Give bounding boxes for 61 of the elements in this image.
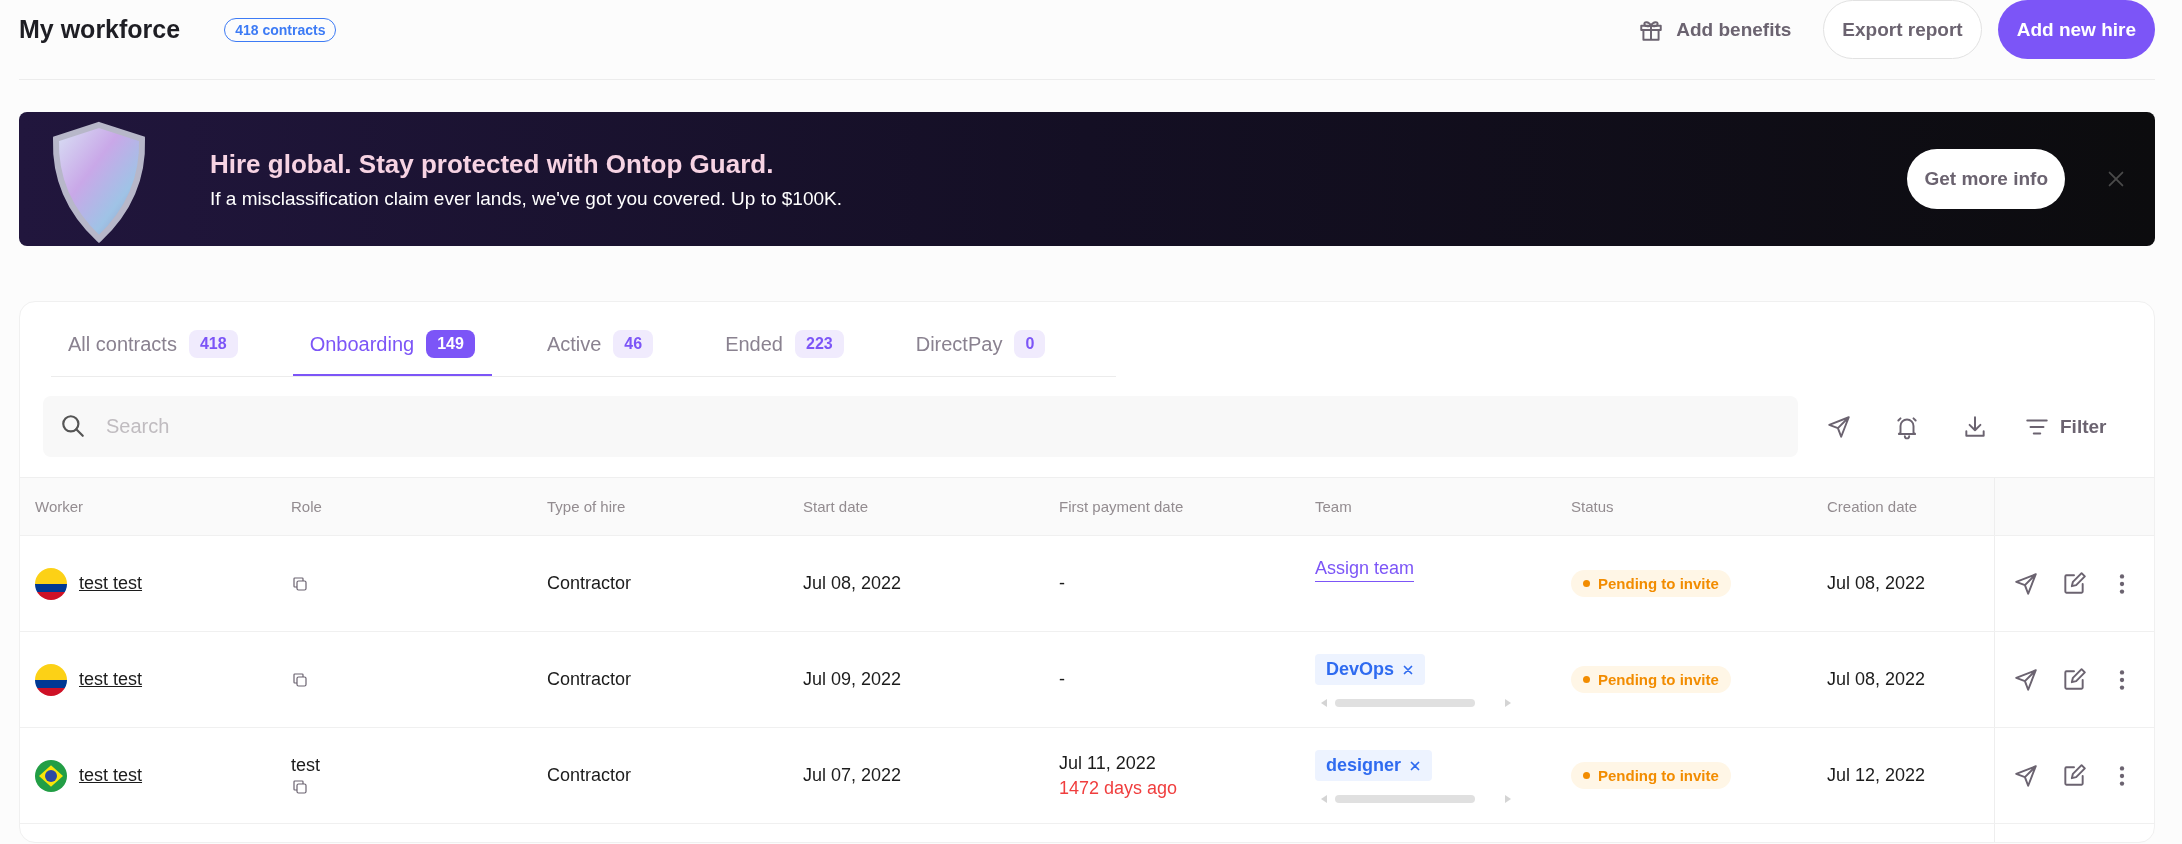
column-header: First payment date xyxy=(1059,498,1184,515)
status-badge: Pending to invite xyxy=(1571,570,1731,597)
table-cell: Jul 08, 2022 xyxy=(803,573,902,594)
horizontal-scrollbar[interactable] xyxy=(1321,697,1511,709)
copy-icon[interactable] xyxy=(291,778,309,796)
remove-icon[interactable] xyxy=(1402,663,1415,676)
table-cell: Jul 07, 2022 xyxy=(803,765,902,786)
table-cell: Jul 08, 2022 xyxy=(1827,669,1926,690)
copy-icon[interactable] xyxy=(291,574,309,593)
table-cell: Jul 08, 2022 xyxy=(1827,573,1926,594)
overdue-note: 1472 days ago xyxy=(1059,777,1178,799)
edit-icon[interactable] xyxy=(2061,666,2087,693)
table-cell: Jul 09, 2022 xyxy=(803,669,902,690)
worker-name-link[interactable]: test test xyxy=(79,573,143,594)
table-cell: Contractor xyxy=(547,765,632,786)
worker-name-link[interactable]: test test xyxy=(79,669,143,690)
tab[interactable]: Ended 223 xyxy=(708,318,861,376)
edit-icon[interactable] xyxy=(2061,762,2087,789)
tab[interactable]: Active 46 xyxy=(529,318,671,376)
send-icon[interactable] xyxy=(1826,413,1852,440)
export-report-button[interactable]: Export report xyxy=(1823,0,1982,59)
role-text: test xyxy=(291,755,320,776)
get-more-info-button[interactable]: Get more info xyxy=(1907,149,2065,209)
team-tag: DevOps xyxy=(1315,654,1426,685)
team-tag: designer xyxy=(1315,750,1433,781)
page-title: My workforce xyxy=(19,15,181,44)
table-cell: Contractor xyxy=(547,573,632,594)
remove-icon[interactable] xyxy=(1409,759,1422,772)
copy-icon[interactable] xyxy=(291,670,309,689)
status-badge: Pending to invite xyxy=(1571,666,1731,693)
search-field[interactable]: Search xyxy=(43,396,1798,457)
column-header: Team xyxy=(1315,498,1352,515)
column-header: Start date xyxy=(803,498,869,515)
add-benefits-button[interactable]: Add benefits xyxy=(1638,0,1792,59)
worker-name-link[interactable]: test test xyxy=(79,765,143,786)
send-icon[interactable] xyxy=(2013,762,2039,789)
column-header: Role xyxy=(291,498,322,515)
tab[interactable]: All contracts 418 xyxy=(51,318,255,376)
filter-button[interactable]: Filter xyxy=(2024,413,2107,440)
column-header: Worker xyxy=(35,498,84,515)
assign-team-link[interactable]: Assign team xyxy=(1315,558,1415,582)
table-cell: Jul 12, 2022 xyxy=(1827,765,1926,786)
edit-icon[interactable] xyxy=(2061,570,2087,597)
send-icon[interactable] xyxy=(2013,666,2039,693)
column-header: Creation date xyxy=(1827,498,1918,515)
table-cell: Contractor xyxy=(547,669,632,690)
banner-headline: Hire global. Stay protected with Ontop Guard. xyxy=(210,148,775,180)
banner-text: If a misclassification claim ever lands, we've got you covered. Up to $100K. xyxy=(210,187,843,210)
column-header: Status xyxy=(1571,498,1614,515)
column-header: Type of hire xyxy=(547,498,626,515)
table-cell: Jul 11, 2022 xyxy=(1059,752,1156,774)
tab[interactable]: Onboarding 149 xyxy=(292,318,492,376)
status-badge: Pending to invite xyxy=(1571,762,1731,789)
search-icon xyxy=(60,413,86,439)
send-icon[interactable] xyxy=(2013,570,2039,597)
table-cell: - xyxy=(1059,669,1065,690)
add-new-hire-button[interactable]: Add new hire xyxy=(1997,0,2155,59)
table-cell: - xyxy=(1059,573,1065,594)
horizontal-scrollbar[interactable] xyxy=(1321,793,1511,805)
tab[interactable]: DirectPay 0 xyxy=(898,318,1063,376)
download-icon[interactable] xyxy=(1962,413,1988,440)
